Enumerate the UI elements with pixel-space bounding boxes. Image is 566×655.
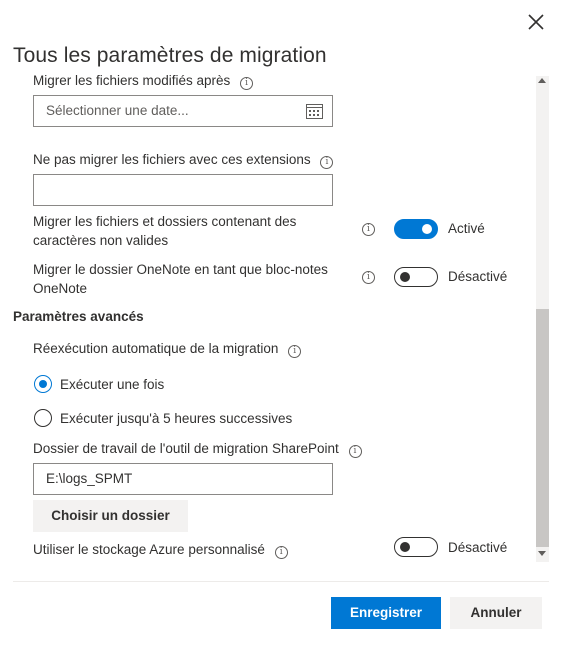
azure-storage-state: Désactivé	[448, 540, 508, 555]
info-icon[interactable]: i	[320, 156, 334, 169]
onenote-state: Désactivé	[448, 269, 508, 284]
radio-button[interactable]	[34, 409, 52, 427]
info-icon[interactable]: i	[240, 77, 254, 90]
working-folder-label: Dossier de travail de l'outil de migrati…	[33, 441, 339, 456]
panel-title: Tous les paramètres de migration	[13, 44, 327, 67]
scroll-down-arrow-icon[interactable]	[538, 551, 546, 556]
azure-storage-row: Utiliser le stockage Azure personnalisé …	[33, 540, 288, 559]
info-icon[interactable]: i	[274, 546, 288, 559]
radio-button-selected[interactable]	[34, 375, 52, 393]
date-picker-placeholder: Sélectionner une date...	[46, 103, 189, 118]
working-folder-row: Dossier de travail de l'outil de migrati…	[33, 439, 362, 458]
radio-option-run-once[interactable]	[34, 375, 52, 393]
advanced-section-title: Paramètres avancés	[13, 309, 144, 324]
footer-divider	[13, 581, 549, 582]
info-icon[interactable]: i	[348, 445, 362, 458]
auto-rerun-label: Réexécution automatique de la migration	[33, 341, 279, 356]
scroll-up-arrow-icon[interactable]	[538, 78, 546, 83]
auto-rerun-row: Réexécution automatique de la migration …	[33, 339, 302, 358]
exclude-extensions-row: Ne pas migrer les fichiers avec ces exte…	[33, 150, 334, 169]
calendar-icon[interactable]	[306, 103, 323, 119]
close-icon	[528, 14, 544, 30]
scrollbar-thumb[interactable]	[536, 309, 549, 547]
toggle-knob	[400, 542, 410, 552]
invalid-chars-toggle[interactable]	[394, 219, 438, 239]
cancel-button[interactable]: Annuler	[450, 597, 542, 629]
azure-storage-toggle[interactable]	[394, 537, 438, 557]
toggle-knob	[400, 272, 410, 282]
close-button[interactable]	[524, 10, 548, 34]
info-icon[interactable]: i	[288, 345, 302, 358]
radio-option-run-5-hours[interactable]	[34, 409, 52, 427]
exclude-extensions-label: Ne pas migrer les fichiers avec ces exte…	[33, 152, 311, 167]
toggle-knob	[422, 224, 432, 234]
date-picker-field[interactable]: Sélectionner une date...	[33, 95, 333, 127]
azure-storage-label: Utiliser le stockage Azure personnalisé	[33, 542, 265, 557]
working-folder-input[interactable]: E:\logs_SPMT	[33, 463, 333, 495]
invalid-chars-state: Activé	[448, 221, 485, 236]
save-button[interactable]: Enregistrer	[331, 597, 441, 629]
info-icon[interactable]: i	[362, 223, 375, 236]
onenote-toggle[interactable]	[394, 267, 438, 287]
working-folder-value: E:\logs_SPMT	[46, 471, 133, 486]
modified-after-label: Migrer les fichiers modifiés après	[33, 73, 231, 88]
radio-option-label[interactable]: Exécuter jusqu'à 5 heures successives	[60, 409, 292, 428]
modified-after-row: Migrer les fichiers modifiés après i	[33, 71, 254, 90]
invalid-chars-label: Migrer les fichiers et dossiers contenan…	[33, 214, 297, 248]
info-icon[interactable]: i	[362, 271, 375, 284]
radio-option-label[interactable]: Exécuter une fois	[60, 375, 164, 394]
onenote-label: Migrer le dossier OneNote en tant que bl…	[33, 262, 328, 296]
extensions-input[interactable]	[33, 174, 333, 206]
choose-folder-button[interactable]: Choisir un dossier	[33, 500, 188, 532]
